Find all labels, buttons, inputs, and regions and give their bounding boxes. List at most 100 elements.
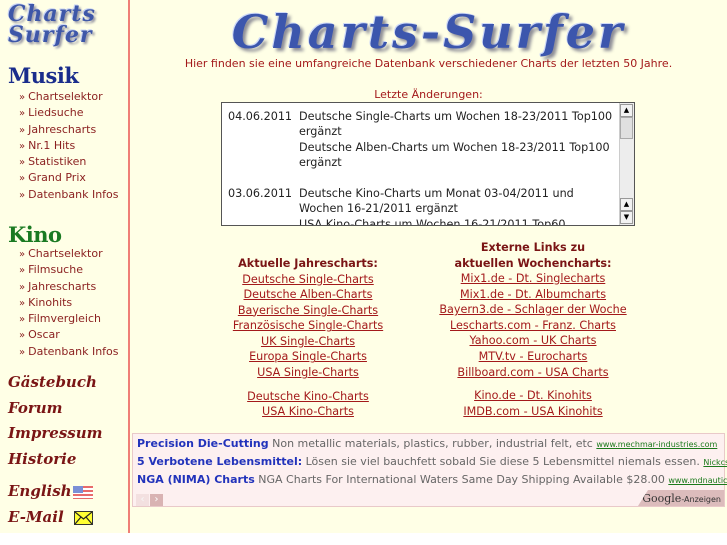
nav-label: Oscar [28, 328, 60, 342]
external-link-yahoo[interactable]: Yahoo.com - UK Charts [426, 333, 640, 349]
musik-nav-statistiken[interactable]: » Statistiken [19, 154, 119, 170]
nav-label: Datenbank Infos [28, 344, 119, 358]
page: Charts Surfer Musik » Chartselektor » Lied… [0, 0, 727, 533]
ad-next-icon[interactable]: › [150, 494, 163, 506]
nav-label: Nr.1 Hits [28, 138, 76, 152]
envelope-icon [74, 510, 93, 525]
kino-nav-kinohits[interactable]: » Kinohits [19, 295, 119, 311]
external-links-heading-2: aktuellen Wochencharts: [454, 256, 612, 270]
ad-navigation: ‹ › [136, 492, 164, 506]
kino-nav-oscar[interactable]: » Oscar [19, 327, 119, 343]
external-links-column: Externe Links zu aktuellen Wochencharts:… [426, 240, 640, 419]
bullet-icon: » [19, 249, 26, 260]
english-link[interactable]: English [8, 479, 103, 505]
kino-nav-chartselektor[interactable]: » Chartselektor [19, 246, 119, 262]
annual-link-usa-kino[interactable]: USA Kino-Charts [208, 404, 408, 420]
forum-link[interactable]: Forum [8, 396, 103, 422]
annual-link-uk-single[interactable]: UK Single-Charts [208, 334, 408, 350]
ad-text: Lösen sie viel bauchfett sobald Sie dies… [305, 455, 700, 468]
musik-nav-jahrescharts[interactable]: » Jahrescharts [19, 122, 119, 138]
annual-link-eu-single[interactable]: Europa Single-Charts [208, 349, 408, 365]
impressum-link[interactable]: Impressum [8, 421, 103, 447]
scroll-up-icon[interactable]: ▲ [620, 198, 633, 211]
kino-nav-datenbank-infos[interactable]: » Datenbank Infos [19, 344, 119, 360]
sidebar-extra-links: Gästebuch Forum Impressum Historie Engli… [8, 370, 103, 530]
external-link-mtv[interactable]: MTV.tv - Eurocharts [426, 349, 640, 365]
kino-nav: » Chartselektor » Filmsuche » Jahrescharts … [19, 246, 119, 360]
logo-line-2: Surfer [8, 22, 93, 48]
external-link-billboard[interactable]: Billboard.com - USA Charts [426, 365, 640, 381]
bullet-icon: » [19, 173, 26, 185]
kino-nav-filmsuche[interactable]: » Filmsuche [19, 262, 119, 278]
bullet-icon: » [19, 108, 26, 120]
scroll-down-icon[interactable]: ▼ [620, 211, 633, 224]
historie-link[interactable]: Historie [8, 447, 103, 473]
ad-item[interactable]: 5 Verbotene Lebensmittel: Lösen sie viel… [137, 454, 727, 471]
change-text: Deutsche Single-Charts um Wochen 18-23/2… [299, 110, 613, 170]
changes-scrollbar[interactable]: ▲ ▲ ▼ [619, 103, 634, 225]
musik-nav: » Chartselektor » Liedsuche » Jahrescharts … [19, 89, 119, 203]
musik-nav-grand-prix[interactable]: » Grand Prix [19, 170, 119, 186]
scroll-thumb[interactable] [620, 117, 633, 139]
ad-text: NGA Charts For International Waters Same… [258, 473, 665, 486]
bullet-icon: » [19, 281, 26, 293]
musik-nav-nr1-hits[interactable]: » Nr.1 Hits [19, 138, 119, 154]
annual-link-usa-single[interactable]: USA Single-Charts [208, 365, 408, 381]
external-links-heading-1: Externe Links zu [480, 241, 586, 254]
changes-label: Letzte Änderungen: [374, 88, 483, 101]
change-date: 04.06.2011 [228, 110, 293, 123]
us-flag-icon [73, 486, 93, 499]
changes-box[interactable]: 04.06.2011 Deutsche Single-Charts um Woc… [221, 102, 635, 226]
annual-link-de-alben[interactable]: Deutsche Alben-Charts [208, 287, 408, 303]
external-link-imdb[interactable]: IMDB.com - USA Kinohits [426, 404, 640, 420]
change-entry: 04.06.2011 Deutsche Single-Charts um Woc… [228, 109, 614, 171]
bullet-icon: » [19, 265, 26, 277]
sidebar: Charts Surfer Musik » Chartselektor » Lied… [0, 0, 130, 533]
email-label: E-Mail [8, 507, 64, 526]
annual-charts-heading: Aktuelle Jahrescharts: [238, 257, 378, 270]
change-text: Deutsche Kino-Charts um Monat 03-04/2011… [299, 187, 574, 226]
ad-item[interactable]: NGA (NIMA) Charts NGA Charts For Interna… [137, 472, 727, 489]
external-link-mix1-album[interactable]: Mix1.de - Dt. Albumcharts [426, 287, 640, 303]
bullet-icon: » [19, 140, 26, 152]
guestbook-link[interactable]: Gästebuch [8, 370, 103, 396]
annual-link-de-kino[interactable]: Deutsche Kino-Charts [208, 389, 408, 405]
email-link[interactable]: E-Mail [8, 505, 103, 531]
bullet-icon: » [19, 157, 26, 169]
bullet-icon: » [19, 189, 26, 201]
annual-link-bayern-single[interactable]: Bayerische Single-Charts [208, 303, 408, 319]
ad-url[interactable]: www.mdnautical.com [668, 476, 727, 485]
google-ads-badge[interactable]: Google-Anzeigen [638, 490, 724, 506]
annual-link-fr-single[interactable]: Französische Single-Charts [208, 318, 408, 334]
bullet-icon: » [19, 124, 26, 136]
external-link-kino-de[interactable]: Kino.de - Dt. Kinohits [426, 388, 640, 404]
kino-section-title[interactable]: Kino [8, 222, 62, 247]
ad-item[interactable]: Precision Die-Cutting Non metallic mater… [137, 436, 717, 453]
changes-list: 04.06.2011 Deutsche Single-Charts um Woc… [228, 109, 614, 226]
nav-label: Chartselektor [28, 90, 103, 103]
ad-title[interactable]: NGA (NIMA) Charts [137, 473, 255, 486]
site-logo: Charts-Surfer [231, 5, 626, 59]
ad-title[interactable]: Precision Die-Cutting [137, 437, 269, 450]
nav-label: Filmsuche [28, 263, 83, 277]
annual-link-de-single[interactable]: Deutsche Single-Charts [208, 272, 408, 288]
nav-label: Datenbank Infos [28, 187, 119, 201]
musik-nav-liedsuche[interactable]: » Liedsuche [19, 105, 119, 121]
musik-section-title[interactable]: Musik [8, 63, 79, 88]
ad-url[interactable]: Nickcsteffes [703, 458, 727, 467]
scroll-up-icon[interactable]: ▲ [620, 104, 633, 117]
ad-title[interactable]: 5 Verbotene Lebensmittel: [137, 455, 302, 468]
sidebar-logo[interactable]: Charts Surfer [8, 3, 118, 48]
musik-nav-chartselektor[interactable]: » Chartselektor [19, 89, 119, 105]
kino-nav-jahrescharts[interactable]: » Jahrescharts [19, 279, 119, 295]
nav-label: Statistiken [28, 155, 87, 169]
musik-nav-datenbank-infos[interactable]: » Datenbank Infos [19, 187, 119, 203]
kino-nav-filmvergleich[interactable]: » Filmvergleich [19, 311, 119, 327]
external-link-lescharts[interactable]: Lescharts.com - Franz. Charts [426, 318, 640, 334]
bullet-icon: » [19, 314, 26, 326]
ad-prev-icon[interactable]: ‹ [136, 494, 149, 506]
external-link-bayern3[interactable]: Bayern3.de - Schlager der Woche [426, 302, 640, 318]
ad-url[interactable]: www.mechmar-industries.com [596, 440, 717, 449]
external-link-mix1-single[interactable]: Mix1.de - Dt. Singlecharts [426, 271, 640, 287]
